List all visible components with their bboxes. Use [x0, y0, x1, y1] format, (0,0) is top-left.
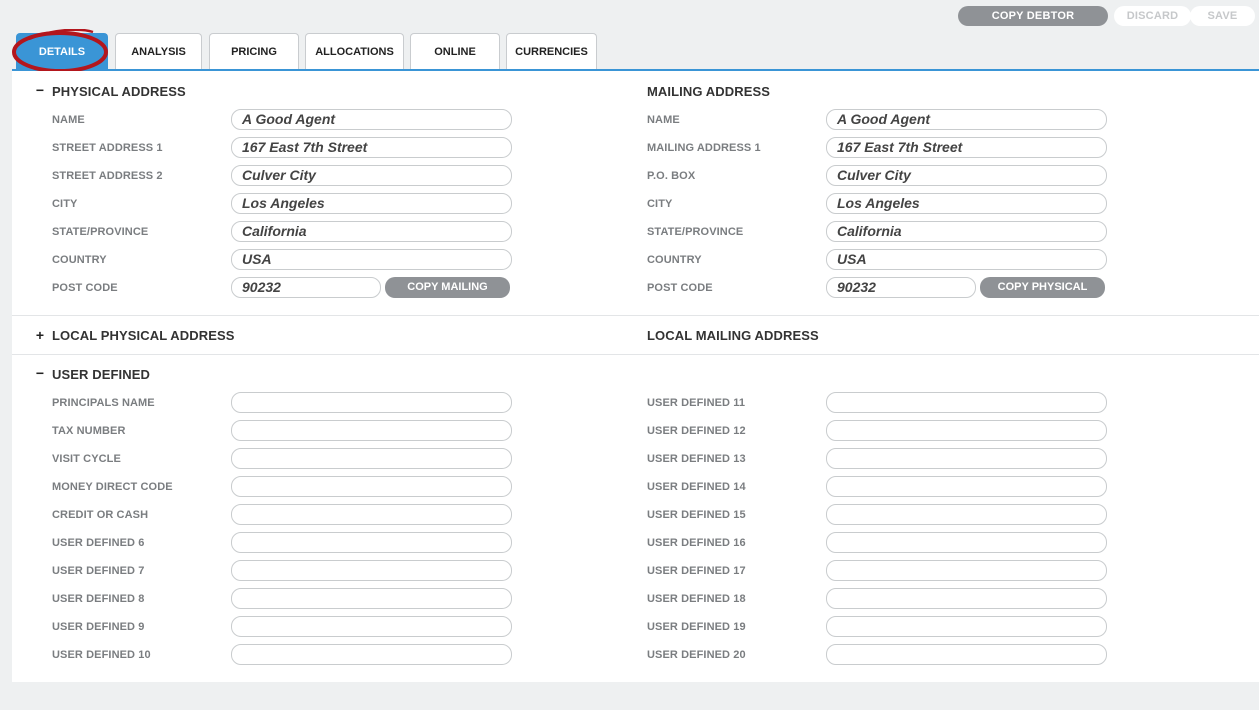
user-defined-label: PRINCIPALS NAME: [52, 397, 155, 409]
physical-street2-label: STREET ADDRESS 2: [52, 170, 163, 182]
money-direct-code-field[interactable]: [231, 476, 512, 497]
user-defined-title: USER DEFINED: [52, 367, 150, 382]
user-defined-14-field[interactable]: [826, 476, 1107, 497]
physical-collapse-toggle[interactable]: −: [34, 82, 46, 98]
user-defined-12-field[interactable]: [826, 420, 1107, 441]
mailing-city-field[interactable]: Los Angeles: [826, 193, 1107, 214]
user-defined-label: USER DEFINED 9: [52, 621, 145, 633]
mailing-state-field[interactable]: California: [826, 221, 1107, 242]
physical-street2-field[interactable]: Culver City: [231, 165, 512, 186]
user-defined-label: USER DEFINED 6: [52, 537, 145, 549]
user-defined-label: USER DEFINED 20: [647, 649, 746, 661]
physical-street1-field[interactable]: 167 East 7th Street: [231, 137, 512, 158]
copy-physical-button[interactable]: COPY PHYSICAL: [980, 277, 1105, 298]
user-defined-9-field[interactable]: [231, 616, 512, 637]
user-defined-label: USER DEFINED 11: [647, 397, 746, 409]
physical-country-field[interactable]: USA: [231, 249, 512, 270]
user-defined-20-field[interactable]: [826, 644, 1107, 665]
user-defined-8-field[interactable]: [231, 588, 512, 609]
physical-city-field[interactable]: Los Angeles: [231, 193, 512, 214]
tab-details[interactable]: DETAILS: [16, 33, 108, 70]
local-physical-address-title: LOCAL PHYSICAL ADDRESS: [52, 328, 235, 343]
tab-online[interactable]: ONLINE: [410, 33, 500, 70]
principals-name-field[interactable]: [231, 392, 512, 413]
user-defined-17-field[interactable]: [826, 560, 1107, 581]
user-defined-label: USER DEFINED 15: [647, 509, 746, 521]
user-defined-label: USER DEFINED 13: [647, 453, 746, 465]
physical-state-label: STATE/PROVINCE: [52, 226, 149, 238]
mailing-address1-field[interactable]: 167 East 7th Street: [826, 137, 1107, 158]
user-defined-label: USER DEFINED 17: [647, 565, 746, 577]
physical-city-label: CITY: [52, 198, 78, 210]
user-defined-label: USER DEFINED 18: [647, 593, 746, 605]
tab-currencies[interactable]: CURRENCIES: [506, 33, 597, 70]
user-defined-6-field[interactable]: [231, 532, 512, 553]
physical-name-label: NAME: [52, 114, 85, 126]
tab-allocations[interactable]: ALLOCATIONS: [305, 33, 404, 70]
user-defined-label: CREDIT OR CASH: [52, 509, 149, 521]
user-defined-label: USER DEFINED 16: [647, 537, 746, 549]
mailing-postcode-label: POST CODE: [647, 282, 713, 294]
physical-postcode-label: POST CODE: [52, 282, 118, 294]
local-physical-expand-toggle[interactable]: +: [34, 327, 46, 343]
visit-cycle-field[interactable]: [231, 448, 512, 469]
user-defined-label: MONEY DIRECT CODE: [52, 481, 173, 493]
physical-address-title: PHYSICAL ADDRESS: [52, 84, 186, 99]
save-button[interactable]: SAVE: [1190, 6, 1255, 26]
local-mailing-address-title: LOCAL MAILING ADDRESS: [647, 328, 819, 343]
physical-state-field[interactable]: California: [231, 221, 512, 242]
mailing-postcode-field[interactable]: 90232: [826, 277, 976, 298]
section-divider: [12, 315, 1259, 316]
credit-or-cash-field[interactable]: [231, 504, 512, 525]
user-defined-label: USER DEFINED 19: [647, 621, 746, 633]
physical-postcode-field[interactable]: 90232: [231, 277, 381, 298]
mailing-name-label: NAME: [647, 114, 680, 126]
details-panel: − PHYSICAL ADDRESS NAME STREET ADDRESS 1…: [12, 71, 1259, 682]
physical-street1-label: STREET ADDRESS 1: [52, 142, 163, 154]
copy-mailing-button[interactable]: COPY MAILING: [385, 277, 510, 298]
mailing-address-title: MAILING ADDRESS: [647, 84, 771, 99]
discard-button[interactable]: DISCARD: [1114, 6, 1191, 26]
tax-number-field[interactable]: [231, 420, 512, 441]
user-defined-label: USER DEFINED 12: [647, 425, 746, 437]
user-defined-7-field[interactable]: [231, 560, 512, 581]
mailing-address1-label: MAILING ADDRESS 1: [647, 142, 761, 154]
mailing-pobox-field[interactable]: Culver City: [826, 165, 1107, 186]
user-defined-label: USER DEFINED 8: [52, 593, 145, 605]
user-defined-13-field[interactable]: [826, 448, 1107, 469]
copy-debtor-button[interactable]: COPY DEBTOR: [958, 6, 1108, 26]
mailing-pobox-label: P.O. BOX: [647, 170, 696, 182]
mailing-state-label: STATE/PROVINCE: [647, 226, 744, 238]
user-defined-label: USER DEFINED 14: [647, 481, 746, 493]
mailing-name-field[interactable]: A Good Agent: [826, 109, 1107, 130]
user-defined-15-field[interactable]: [826, 504, 1107, 525]
tab-analysis[interactable]: ANALYSIS: [115, 33, 202, 70]
user-defined-label: VISIT CYCLE: [52, 453, 121, 465]
tab-pricing[interactable]: PRICING: [209, 33, 299, 70]
mailing-country-field[interactable]: USA: [826, 249, 1107, 270]
user-defined-collapse-toggle[interactable]: −: [34, 365, 46, 381]
mailing-city-label: CITY: [647, 198, 673, 210]
physical-country-label: COUNTRY: [52, 254, 107, 266]
user-defined-19-field[interactable]: [826, 616, 1107, 637]
mailing-country-label: COUNTRY: [647, 254, 702, 266]
user-defined-label: USER DEFINED 7: [52, 565, 145, 577]
user-defined-label: USER DEFINED 10: [52, 649, 151, 661]
section-divider: [12, 354, 1259, 355]
user-defined-10-field[interactable]: [231, 644, 512, 665]
user-defined-18-field[interactable]: [826, 588, 1107, 609]
user-defined-16-field[interactable]: [826, 532, 1107, 553]
user-defined-label: TAX NUMBER: [52, 425, 126, 437]
user-defined-11-field[interactable]: [826, 392, 1107, 413]
physical-name-field[interactable]: A Good Agent: [231, 109, 512, 130]
